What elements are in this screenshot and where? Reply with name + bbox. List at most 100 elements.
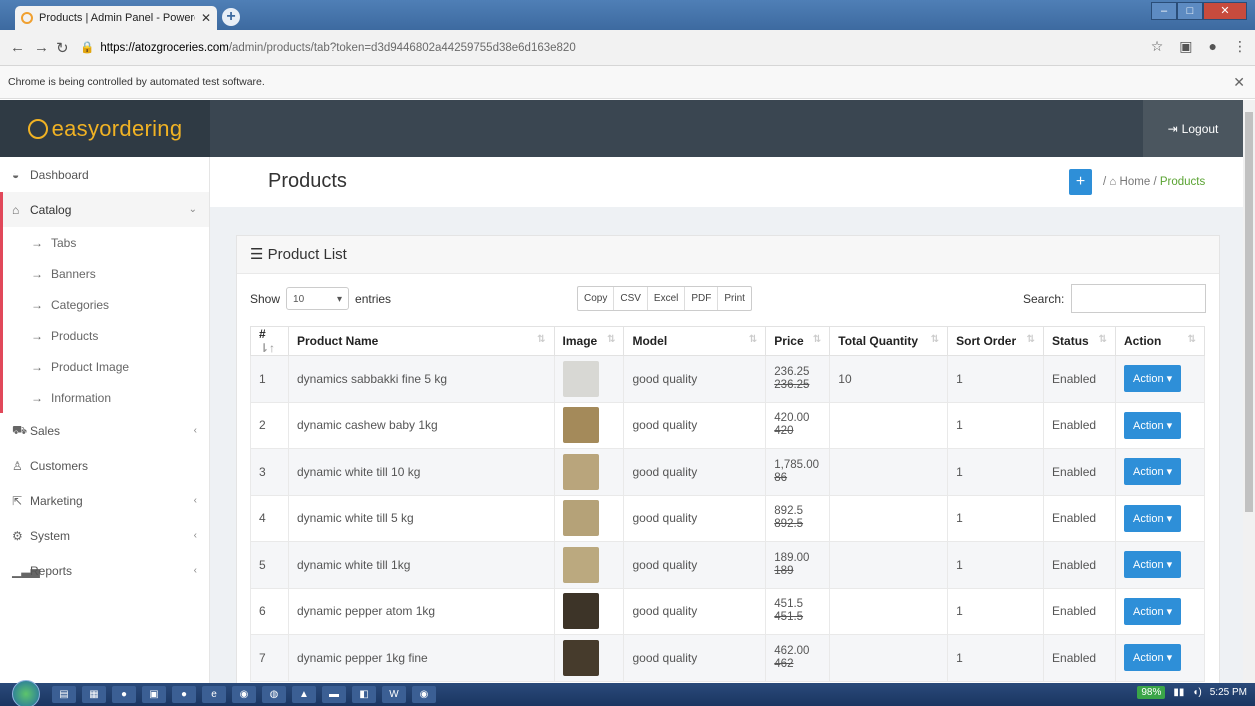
chevron-left-icon: ‹ xyxy=(193,530,197,541)
app-icon[interactable]: ◧ xyxy=(352,686,376,703)
cell-num: 4 xyxy=(250,494,289,542)
col-header-status[interactable]: Status ⇅ xyxy=(1043,326,1116,356)
submenu-item-label: Product Image xyxy=(51,359,130,374)
start-button[interactable] xyxy=(12,680,40,706)
sidebar-item-label: Dashboard xyxy=(30,167,89,182)
extension-icon[interactable]: ▣ xyxy=(1179,38,1192,55)
clock[interactable]: 5:25 PM xyxy=(1210,687,1247,698)
entries-value: 10 xyxy=(293,294,305,305)
submenu-item-products[interactable]: → Products xyxy=(3,320,209,351)
add-product-button[interactable]: + xyxy=(1069,169,1092,195)
battery-indicator[interactable]: 98% xyxy=(1137,686,1166,699)
app-icon[interactable]: ▬ xyxy=(322,686,346,703)
sidebar-item-customers[interactable]: ♙ Customers xyxy=(0,448,209,483)
page-scrollbar[interactable] xyxy=(1243,100,1255,683)
table-row: 2 dynamic cashew baby 1kg good quality 420.… xyxy=(250,401,1205,449)
price-old: 189 xyxy=(774,564,794,577)
cell-action: Action ▾ xyxy=(1115,587,1205,635)
sidebar-item-catalog[interactable]: ⌂ Catalog ⌄ xyxy=(0,192,209,227)
action-label: Action xyxy=(1133,652,1164,665)
reload-icon[interactable]: ↻ xyxy=(56,39,69,57)
breadcrumb-current[interactable]: Products xyxy=(1160,176,1205,188)
copy-button[interactable]: Copy xyxy=(578,287,615,310)
explorer-icon[interactable]: ▤ xyxy=(52,686,76,703)
firefox-icon[interactable]: ● xyxy=(112,686,136,703)
cell-product-name: dynamic cashew baby 1kg xyxy=(287,401,555,449)
bookmark-star-icon[interactable]: ☆ xyxy=(1151,38,1164,55)
chrome-icon[interactable]: ◉ xyxy=(232,686,256,703)
entries-select[interactable]: 10 ▾ xyxy=(286,287,350,310)
col-header-price[interactable]: Price ⇅ xyxy=(765,326,831,356)
action-dropdown-button[interactable]: Action ▾ xyxy=(1124,365,1182,393)
submenu-item-product-image[interactable]: → Product Image xyxy=(3,351,209,382)
logo-box[interactable]: easyordering xyxy=(0,100,210,157)
col-header-image[interactable]: Image ⇅ xyxy=(553,326,625,356)
submenu-item-tabs[interactable]: → Tabs xyxy=(3,227,209,258)
scrollbar-thumb[interactable] xyxy=(1245,112,1253,512)
sidebar-item-reports[interactable]: ▁▃▅ Reports ‹ xyxy=(0,553,209,588)
logo: easyordering xyxy=(27,116,183,142)
cell-status: Enabled xyxy=(1043,401,1116,449)
tab-close-icon[interactable]: ✕ xyxy=(201,11,211,25)
arrow-right-icon: → xyxy=(31,390,43,405)
chrome-icon[interactable]: ◉ xyxy=(412,686,436,703)
sidebar-item-label: Customers xyxy=(30,458,89,473)
csv-button[interactable]: CSV xyxy=(614,287,648,310)
close-window-button[interactable]: ✕ xyxy=(1203,2,1247,20)
col-header-name[interactable]: Product Name ⇅ xyxy=(287,326,555,356)
back-icon[interactable]: ← xyxy=(10,39,25,56)
action-dropdown-button[interactable]: Action ▾ xyxy=(1124,644,1182,672)
new-tab-button[interactable]: + xyxy=(222,8,240,26)
search-input[interactable] xyxy=(1071,284,1206,313)
header-label: Price xyxy=(774,334,804,348)
browser-tab[interactable]: Products | Admin Panel - Powere ✕ xyxy=(15,6,217,30)
maximize-button[interactable]: □ xyxy=(1177,2,1203,20)
cell-sort-order: 1 xyxy=(947,541,1045,589)
sort-icon: ⇅ xyxy=(537,334,546,345)
excel-button[interactable]: Excel xyxy=(648,287,686,310)
submenu-item-banners[interactable]: → Banners xyxy=(3,258,209,289)
sidebar-item-system[interactable]: ⚙ System ‹ xyxy=(0,518,209,553)
network-icon[interactable]: ▮▮ xyxy=(1173,687,1184,698)
ie-icon[interactable]: e xyxy=(202,686,226,703)
notice-close-icon[interactable]: ✕ xyxy=(1233,66,1245,99)
col-header-model[interactable]: Model ⇅ xyxy=(623,326,767,356)
product-thumbnail xyxy=(562,593,599,630)
action-dropdown-button[interactable]: Action ▾ xyxy=(1124,458,1182,486)
table-row: 5 dynamic white till 1kg good quality 189.0… xyxy=(250,541,1205,589)
action-dropdown-button[interactable]: Action ▾ xyxy=(1124,411,1182,439)
cell-image xyxy=(553,448,625,496)
col-header-num[interactable]: # ⇂↑ xyxy=(250,326,289,356)
submenu-item-categories[interactable]: → Categories xyxy=(3,289,209,320)
menu-icon[interactable]: ⋮ xyxy=(1233,38,1247,55)
sidebar-item-dashboard[interactable]: ◒ Dashboard xyxy=(0,157,209,192)
acrobat-icon[interactable]: ▲ xyxy=(292,686,316,703)
print-button[interactable]: Print xyxy=(718,287,751,310)
logout-button[interactable]: ⇥ Logout xyxy=(1143,100,1243,157)
forward-icon[interactable]: → xyxy=(34,39,49,56)
sort-icon: ⇅ xyxy=(1187,334,1196,345)
profile-icon[interactable]: ● xyxy=(1209,38,1217,55)
cell-sort-order: 1 xyxy=(947,634,1045,682)
sidebar-item-sales[interactable]: ⛟ Sales ‹ xyxy=(0,413,209,448)
app-icon[interactable]: ◍ xyxy=(262,686,286,703)
action-dropdown-button[interactable]: Action ▾ xyxy=(1124,597,1182,625)
submenu-item-information[interactable]: → Information xyxy=(3,382,209,413)
col-header-sort-order[interactable]: Sort Order ⇅ xyxy=(947,326,1045,356)
favicon-icon xyxy=(21,12,33,24)
cell-status: Enabled xyxy=(1043,494,1116,542)
minimize-button[interactable]: – xyxy=(1151,2,1177,20)
col-header-action[interactable]: Action ⇅ xyxy=(1115,326,1205,356)
volume-icon[interactable]: ◖) xyxy=(1192,687,1201,698)
app-icon[interactable]: ▣ xyxy=(142,686,166,703)
pdf-button[interactable]: PDF xyxy=(685,287,719,310)
sidebar-item-marketing[interactable]: ⇱ Marketing ‹ xyxy=(0,483,209,518)
action-dropdown-button[interactable]: Action ▾ xyxy=(1124,504,1182,532)
word-icon[interactable]: W xyxy=(382,686,406,703)
action-dropdown-button[interactable]: Action ▾ xyxy=(1124,551,1182,579)
firefox-icon[interactable]: ● xyxy=(172,686,196,703)
col-header-qty[interactable]: Total Quantity ⇅ xyxy=(829,326,949,356)
breadcrumb-home-link[interactable]: Home xyxy=(1120,176,1151,188)
app-icon[interactable]: ▦ xyxy=(82,686,106,703)
url-field[interactable]: 🔒 https://atozgroceries.com/admin/product… xyxy=(80,36,1110,60)
